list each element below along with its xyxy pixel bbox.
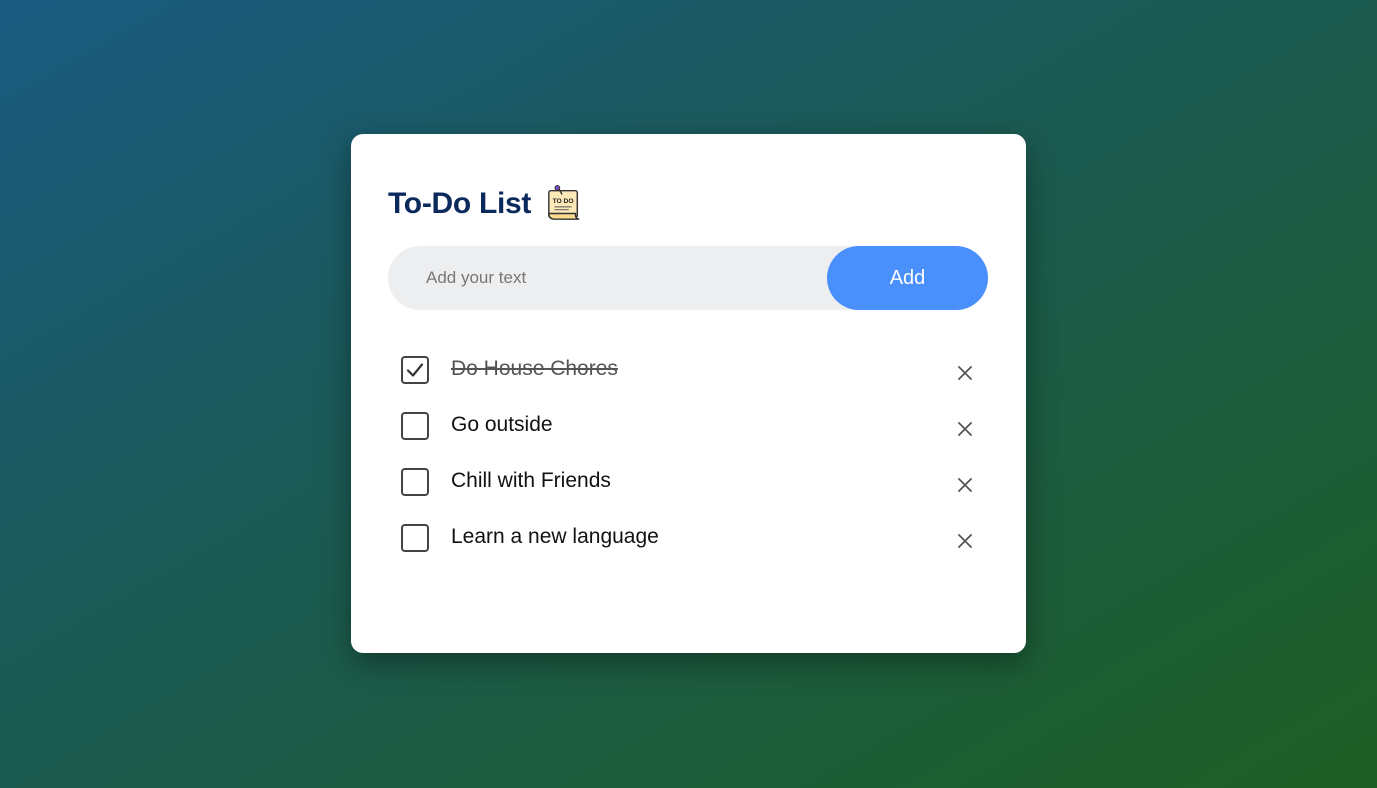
add-button[interactable]: Add xyxy=(827,246,988,310)
todo-item-text: Chill with Friends xyxy=(451,469,611,492)
todo-item[interactable]: Learn a new language xyxy=(401,510,981,566)
todo-item-text: Go outside xyxy=(451,413,553,436)
todo-list: Do House Chores Go outside Chill with Fr… xyxy=(401,342,981,566)
svg-text:TO DO: TO DO xyxy=(553,198,574,205)
close-icon xyxy=(958,534,972,548)
todo-item[interactable]: Chill with Friends xyxy=(401,454,981,510)
todo-note-icon: TO DO xyxy=(548,185,580,220)
delete-button[interactable] xyxy=(951,471,979,499)
checkbox-checked[interactable] xyxy=(401,356,429,384)
todo-item-text: Do House Chores xyxy=(451,357,618,380)
page-title: To-Do List xyxy=(388,187,532,220)
delete-button[interactable] xyxy=(951,359,979,387)
close-icon xyxy=(958,366,972,380)
checkbox-unchecked[interactable] xyxy=(401,412,429,440)
todo-item-text: Learn a new language xyxy=(451,525,659,548)
checkbox-unchecked[interactable] xyxy=(401,524,429,552)
delete-button[interactable] xyxy=(951,527,979,555)
todo-card: To-Do List TO DO Add Do House Chores xyxy=(351,134,1026,653)
todo-item[interactable]: Go outside xyxy=(401,398,981,454)
add-todo-row: Add xyxy=(388,246,988,310)
close-icon xyxy=(958,422,972,436)
todo-item[interactable]: Do House Chores xyxy=(401,342,981,398)
delete-button[interactable] xyxy=(951,415,979,443)
close-icon xyxy=(958,478,972,492)
todo-text-input[interactable] xyxy=(388,246,827,310)
title-row: To-Do List TO DO xyxy=(388,184,583,224)
checkbox-unchecked[interactable] xyxy=(401,468,429,496)
checkmark-icon xyxy=(406,363,424,377)
